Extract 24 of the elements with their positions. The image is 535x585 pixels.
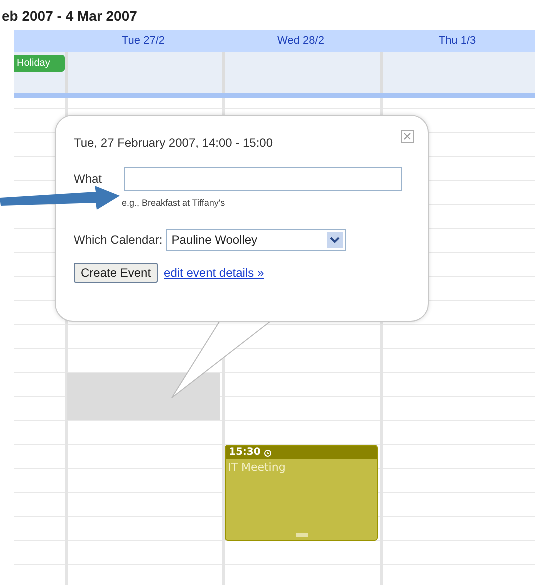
calendar-label: Which Calendar:: [74, 232, 163, 248]
calendar-select[interactable]: Pauline Woolley: [166, 228, 346, 250]
what-label: What: [74, 171, 104, 188]
day-header[interactable]: Thu 1/3: [438, 32, 476, 50]
day-header[interactable]: Wed 28/2: [278, 32, 324, 50]
what-hint: e.g., Breakfast at Tiffany's: [122, 197, 226, 210]
all-day-cell[interactable]: [222, 52, 380, 93]
create-event-button[interactable]: Create Event: [74, 262, 158, 282]
edit-event-details-link[interactable]: edit event details »: [164, 264, 264, 282]
what-field[interactable]: [124, 167, 402, 191]
all-day-cell[interactable]: [65, 52, 222, 93]
calendar-event[interactable]: 15:30 IT Meeting: [225, 445, 378, 541]
close-icon: [404, 133, 411, 140]
all-day-cell[interactable]: [380, 52, 535, 93]
popup-heading: Tue, 27 February 2007, 14:00 - 15:00: [74, 135, 274, 152]
event-time: 15:30: [229, 446, 261, 460]
date-range-title: eb 2007 - 4 Mar 2007: [2, 7, 138, 26]
selected-time-slot[interactable]: [67, 373, 220, 420]
event-title: IT Meeting: [227, 460, 287, 476]
alarm-icon: [264, 448, 272, 456]
resize-handle[interactable]: [296, 533, 308, 537]
dropdown-icon: [326, 232, 343, 248]
day-header[interactable]: Tue 27/2: [122, 32, 165, 50]
close-button[interactable]: [401, 130, 414, 143]
